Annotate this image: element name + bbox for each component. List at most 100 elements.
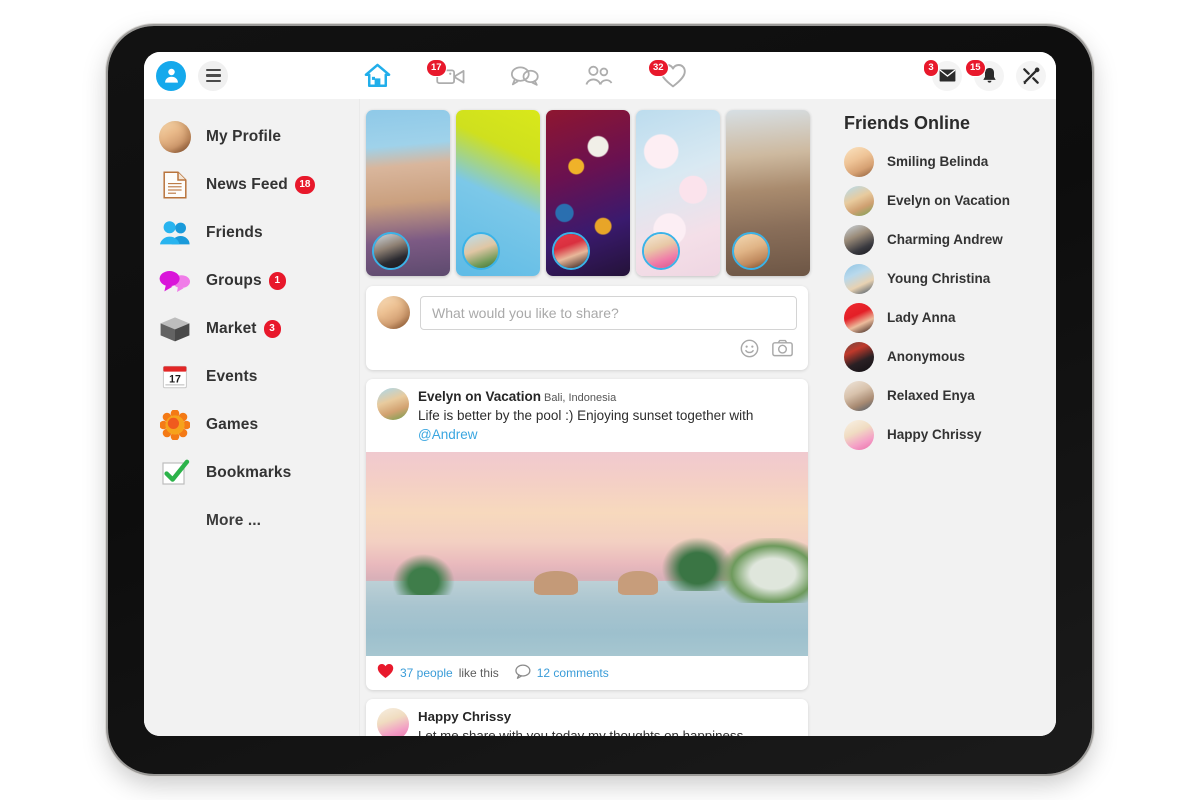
story-cherry-blossom[interactable] [636,110,720,276]
friend-name: Smiling Belinda [887,154,989,169]
sidebar-item-bookmarks[interactable]: Bookmarks [144,449,359,497]
friend-name: Relaxed Enya [887,388,975,403]
video-camera-icon[interactable]: 17 [426,58,468,91]
flower-burst-icon [157,407,193,443]
sidebar-label-wrap: Market 3 [206,320,281,338]
friend-name: Young Christina [887,271,991,286]
friend-list-item[interactable]: Relaxed Enya [844,376,1056,415]
sidebar-item-news-feed[interactable]: News Feed 18 [144,161,359,209]
story-avatar [462,232,500,270]
post-footer: 37 people like this 12 comments [366,656,808,690]
bell-icon[interactable]: 15 [965,58,1004,91]
sidebar-item-my-profile[interactable]: My Profile [144,113,359,161]
sidebar-item-more[interactable]: More ... [144,497,359,545]
friends-online-title: Friends Online [844,113,971,133]
tools-icon[interactable] [1016,60,1046,91]
composer-tools [377,330,797,363]
sidebar-item-label: Market [206,320,257,337]
sidebar-item-label: Friends [206,224,263,241]
post-body: Happy Chrissy Let me share with you toda… [366,699,808,736]
avatar [844,224,874,255]
friend-list-item[interactable]: Lady Anna [844,298,1056,337]
sidebar-item-label: More ... [206,512,262,529]
composer-avatar [377,296,410,329]
sidebar-navigation: My Profile News Feed 18 Friends Groups 1… [144,99,360,736]
people-group-icon[interactable] [582,61,616,91]
stories-row [366,110,816,276]
heart-filled-icon [377,663,394,682]
news-feed-column: Evelyn on VacationBali, Indonesia Life i… [360,99,816,736]
camera-icon[interactable] [772,339,793,363]
sidebar-item-label: Groups [206,272,262,289]
post-text-block: Happy Chrissy Let me share with you toda… [418,708,797,736]
people-icon [157,215,193,251]
speech-bubbles-icon [157,263,193,299]
post-author-avatar[interactable] [377,388,409,420]
share-input[interactable] [420,296,797,330]
comments-group[interactable]: 12 comments [515,664,609,682]
sidebar-item-label: Bookmarks [206,464,292,481]
post-mention-link[interactable]: @Andrew [418,427,477,442]
smiley-face-icon[interactable] [740,339,759,363]
story-avatar [642,232,680,270]
post-location: Bali, Indonesia [544,392,617,404]
friends-online-panel: Friends Online Smiling Belinda Evelyn on… [816,99,1056,736]
post-author-name[interactable]: Happy Chrissy [418,708,797,727]
post-author-name[interactable]: Evelyn on Vacation [418,389,541,404]
friend-list-item[interactable]: Young Christina [844,259,1056,298]
avatar [844,419,874,450]
sidebar-item-games[interactable]: Games [144,401,359,449]
post-header: Evelyn on Vacation Bali, Indonesia Life i… [366,379,808,452]
avatar [844,341,874,372]
avatar [844,263,874,294]
app-body: My Profile News Feed 18 Friends Groups 1… [144,99,1056,736]
story-bokeh-lights[interactable] [546,110,630,276]
sidebar-item-label: My Profile [206,128,282,145]
friend-name: Lady Anna [887,310,956,325]
friend-list-item[interactable]: Happy Chrissy [844,415,1056,454]
heart-icon[interactable]: 32 [648,58,690,91]
story-avatar [372,232,410,270]
user-avatar-icon[interactable] [156,60,186,91]
story-avatar [732,232,770,270]
post-author-avatar[interactable] [377,708,409,736]
hamburger-menu-icon[interactable] [198,60,228,91]
sidebar-item-events[interactable]: 17 Events [144,353,359,401]
avatar [844,380,874,411]
likes-group[interactable]: 37 people like this [377,663,499,682]
nav-center-group: 17 32 [360,52,690,99]
heart-badge: 32 [648,58,669,77]
post-author-line: Evelyn on Vacation Bali, Indonesia [418,388,797,406]
sidebar-item-market[interactable]: Market 3 [144,305,359,353]
nav-right-group: 3 15 [923,52,1046,99]
sidebar-item-label: Games [206,416,259,433]
comment-bubble-icon [515,664,531,682]
story-couple-beach[interactable] [366,110,450,276]
likes-count[interactable]: 37 people [400,666,453,680]
sidebar-badge: 1 [268,272,286,290]
chat-bubbles-icon[interactable] [508,61,542,91]
post-card-chrissy: Happy Chrissy Let me share with you toda… [366,699,808,736]
post-text-main: Life is better by the pool :) Enjoying s… [418,408,754,423]
avatar [844,185,874,216]
sidebar-label-wrap: Groups 1 [206,272,286,290]
likes-suffix: like this [458,665,499,680]
friend-list-item[interactable]: Evelyn on Vacation [844,181,1056,220]
post-image-sunset-pool[interactable] [366,452,808,657]
sidebar-badge: 3 [263,320,281,338]
friend-list-item[interactable]: Smiling Belinda [844,142,1056,181]
avatar [844,302,874,333]
story-fitness-sunset[interactable] [726,110,810,276]
envelope-icon[interactable]: 3 [923,58,962,91]
comments-count[interactable]: 12 comments [537,666,609,680]
friend-list-item[interactable]: Anonymous [844,337,1056,376]
video-badge: 17 [426,58,447,77]
nav-left-group [144,60,228,91]
palm-left [388,550,459,596]
home-icon[interactable] [360,61,394,91]
calendar-icon: 17 [157,359,193,395]
sidebar-item-friends[interactable]: Friends [144,209,359,257]
story-palm-leaf[interactable] [456,110,540,276]
friend-list-item[interactable]: Charming Andrew [844,220,1056,259]
sidebar-item-groups[interactable]: Groups 1 [144,257,359,305]
